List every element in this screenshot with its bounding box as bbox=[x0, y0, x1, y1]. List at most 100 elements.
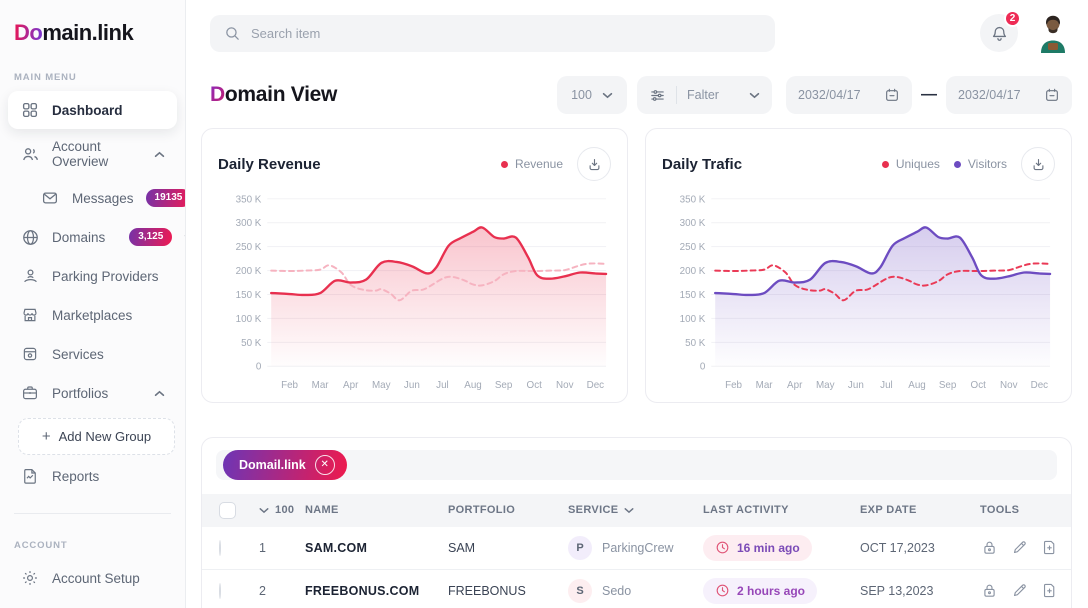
avatar[interactable] bbox=[1034, 13, 1072, 53]
svg-text:350 K: 350 K bbox=[236, 194, 262, 205]
svg-text:Feb: Feb bbox=[725, 380, 742, 391]
sidebar-section-main-menu: MAIN MENU bbox=[14, 72, 185, 83]
legend-dot bbox=[954, 161, 961, 168]
domains-table-card: Domail.link ✕ 100 NAME PORTFOLIO SERVICE… bbox=[201, 437, 1072, 608]
calendar-icon bbox=[884, 87, 900, 103]
svg-text:Apr: Apr bbox=[787, 380, 803, 391]
filter-label: Falter bbox=[687, 88, 719, 102]
duplicate-add-icon[interactable] bbox=[1070, 538, 1072, 557]
sidebar-item-label: Domains bbox=[52, 230, 105, 245]
table-row[interactable]: 1 SAM.COM SAM P ParkingCrew 16 min ago O… bbox=[202, 527, 1071, 570]
column-header-portfolio[interactable]: PORTFOLIO bbox=[448, 504, 568, 516]
page-size-dropdown[interactable]: 100 bbox=[557, 76, 627, 114]
notification-count-badge: 2 bbox=[1004, 10, 1021, 27]
row-checkbox[interactable] bbox=[219, 540, 221, 556]
search-bar[interactable] bbox=[210, 15, 775, 52]
file-add-icon[interactable] bbox=[1040, 581, 1059, 600]
sidebar-item-account-setup[interactable]: Account Setup bbox=[8, 559, 177, 597]
notifications-button[interactable]: 2 bbox=[980, 14, 1018, 52]
sidebar-item-account-overview[interactable]: Account Overview bbox=[8, 130, 177, 178]
sidebar-item-reports[interactable]: Reports bbox=[8, 457, 177, 495]
sliders-icon bbox=[649, 87, 666, 104]
chevron-down-icon bbox=[624, 507, 634, 514]
chevron-down-icon bbox=[602, 92, 613, 99]
date-from-picker[interactable]: 2032/04/17 bbox=[786, 76, 912, 114]
column-header-name[interactable]: NAME bbox=[305, 504, 448, 516]
page-size-value: 100 bbox=[571, 88, 592, 102]
briefcase-icon bbox=[20, 383, 40, 403]
svg-text:Sep: Sep bbox=[939, 380, 957, 391]
download-chart-button[interactable] bbox=[1021, 147, 1055, 181]
domain-name[interactable]: FREEBONUS.COM bbox=[305, 584, 448, 598]
edit-pencil-icon[interactable] bbox=[1010, 581, 1029, 600]
svg-text:150 K: 150 K bbox=[680, 290, 706, 301]
svg-text:0: 0 bbox=[700, 362, 706, 373]
clock-icon bbox=[715, 540, 730, 555]
sidebar-item-label: Parking Providers bbox=[52, 269, 159, 284]
chevron-down-icon[interactable] bbox=[259, 507, 269, 514]
chart-title: Daily Revenue bbox=[218, 156, 321, 173]
duplicate-add-icon[interactable] bbox=[1070, 581, 1072, 600]
svg-text:Oct: Oct bbox=[527, 380, 543, 391]
domain-name[interactable]: SAM.COM bbox=[305, 541, 448, 555]
table-row[interactable]: 2 FREEBONUS.COM FREEBONUS S Sedo 2 hours… bbox=[202, 570, 1071, 608]
svg-text:Dec: Dec bbox=[587, 380, 605, 391]
add-new-group-button[interactable]: + Add New Group bbox=[18, 418, 175, 455]
column-header-exp-date[interactable]: EXP DATE bbox=[860, 504, 980, 516]
sidebar-item-messages[interactable]: Messages 19135 bbox=[28, 179, 177, 217]
svg-text:200 K: 200 K bbox=[236, 266, 262, 277]
date-range-separator: — bbox=[921, 86, 937, 104]
svg-text:0: 0 bbox=[256, 362, 262, 373]
app-root: Domain.link MAIN MENU Dashboard Account … bbox=[0, 0, 1088, 608]
date-to-picker[interactable]: 2032/04/17 bbox=[946, 76, 1072, 114]
download-chart-button[interactable] bbox=[577, 147, 611, 181]
sidebar-item-marketplaces[interactable]: Marketplaces bbox=[8, 296, 177, 334]
sidebar-item-domains[interactable]: Domains 3,125 bbox=[8, 218, 177, 256]
svg-text:Jul: Jul bbox=[436, 380, 449, 391]
svg-text:350 K: 350 K bbox=[680, 194, 706, 205]
sidebar-item-label: Marketplaces bbox=[52, 308, 132, 323]
exp-date: SEP 13,2023 bbox=[860, 584, 980, 598]
row-checkbox[interactable] bbox=[219, 583, 221, 599]
sidebar-item-dashboard[interactable]: Dashboard bbox=[8, 91, 177, 129]
lock-icon[interactable] bbox=[980, 538, 999, 557]
legend-label: Revenue bbox=[515, 157, 563, 171]
chevron-up-icon[interactable] bbox=[154, 151, 165, 158]
svg-text:300 K: 300 K bbox=[236, 218, 262, 229]
row-tools bbox=[980, 581, 1072, 600]
page-header: Domain View 100 Falter 2032/04/17 bbox=[210, 76, 1072, 114]
active-filters-band: Domail.link ✕ bbox=[216, 450, 1057, 480]
filter-chip-domail-link[interactable]: Domail.link ✕ bbox=[223, 450, 347, 480]
report-document-icon bbox=[20, 466, 40, 486]
sidebar-item-services[interactable]: Services bbox=[8, 335, 177, 373]
legend-visitors: Visitors bbox=[954, 157, 1007, 171]
service-name: Sedo bbox=[602, 584, 631, 598]
edit-pencil-icon[interactable] bbox=[1010, 538, 1029, 557]
sidebar: Domain.link MAIN MENU Dashboard Account … bbox=[0, 0, 186, 608]
sidebar-item-portfolios[interactable]: Portfolios bbox=[8, 374, 177, 412]
column-header-service[interactable]: SERVICE bbox=[568, 504, 703, 516]
svg-text:Jun: Jun bbox=[404, 380, 420, 391]
last-activity-text: 2 hours ago bbox=[737, 584, 805, 598]
file-add-icon[interactable] bbox=[1040, 538, 1059, 557]
last-activity-pill: 2 hours ago bbox=[703, 578, 817, 604]
sidebar-item-parking-providers[interactable]: Parking Providers bbox=[8, 257, 177, 295]
column-header-tools: TOOLS bbox=[980, 504, 1071, 516]
sidebar-item-report-a-bug[interactable]: Report a Bug bbox=[8, 598, 177, 608]
lock-icon[interactable] bbox=[980, 581, 999, 600]
date-to-value: 2032/04/17 bbox=[958, 88, 1021, 102]
select-all-checkbox[interactable] bbox=[219, 502, 236, 519]
users-icon bbox=[20, 144, 40, 164]
chevron-up-icon[interactable] bbox=[154, 390, 165, 397]
filter-dropdown[interactable]: Falter bbox=[637, 76, 772, 114]
sidebar-item-label: Account Setup bbox=[52, 571, 140, 586]
column-header-last-activity[interactable]: LAST ACTIVITY bbox=[703, 504, 860, 516]
brand-logo-rest: main.link bbox=[42, 20, 133, 45]
close-icon[interactable]: ✕ bbox=[315, 455, 335, 475]
daily-trafic-chart: 350 K300 K250 K200 K150 K100 K50 K0FebMa… bbox=[662, 187, 1055, 392]
download-icon bbox=[587, 157, 602, 172]
topbar: 2 bbox=[186, 0, 1088, 56]
page-title: Domain View bbox=[210, 83, 337, 107]
search-input[interactable] bbox=[251, 26, 761, 41]
brand-logo[interactable]: Domain.link bbox=[0, 14, 185, 46]
